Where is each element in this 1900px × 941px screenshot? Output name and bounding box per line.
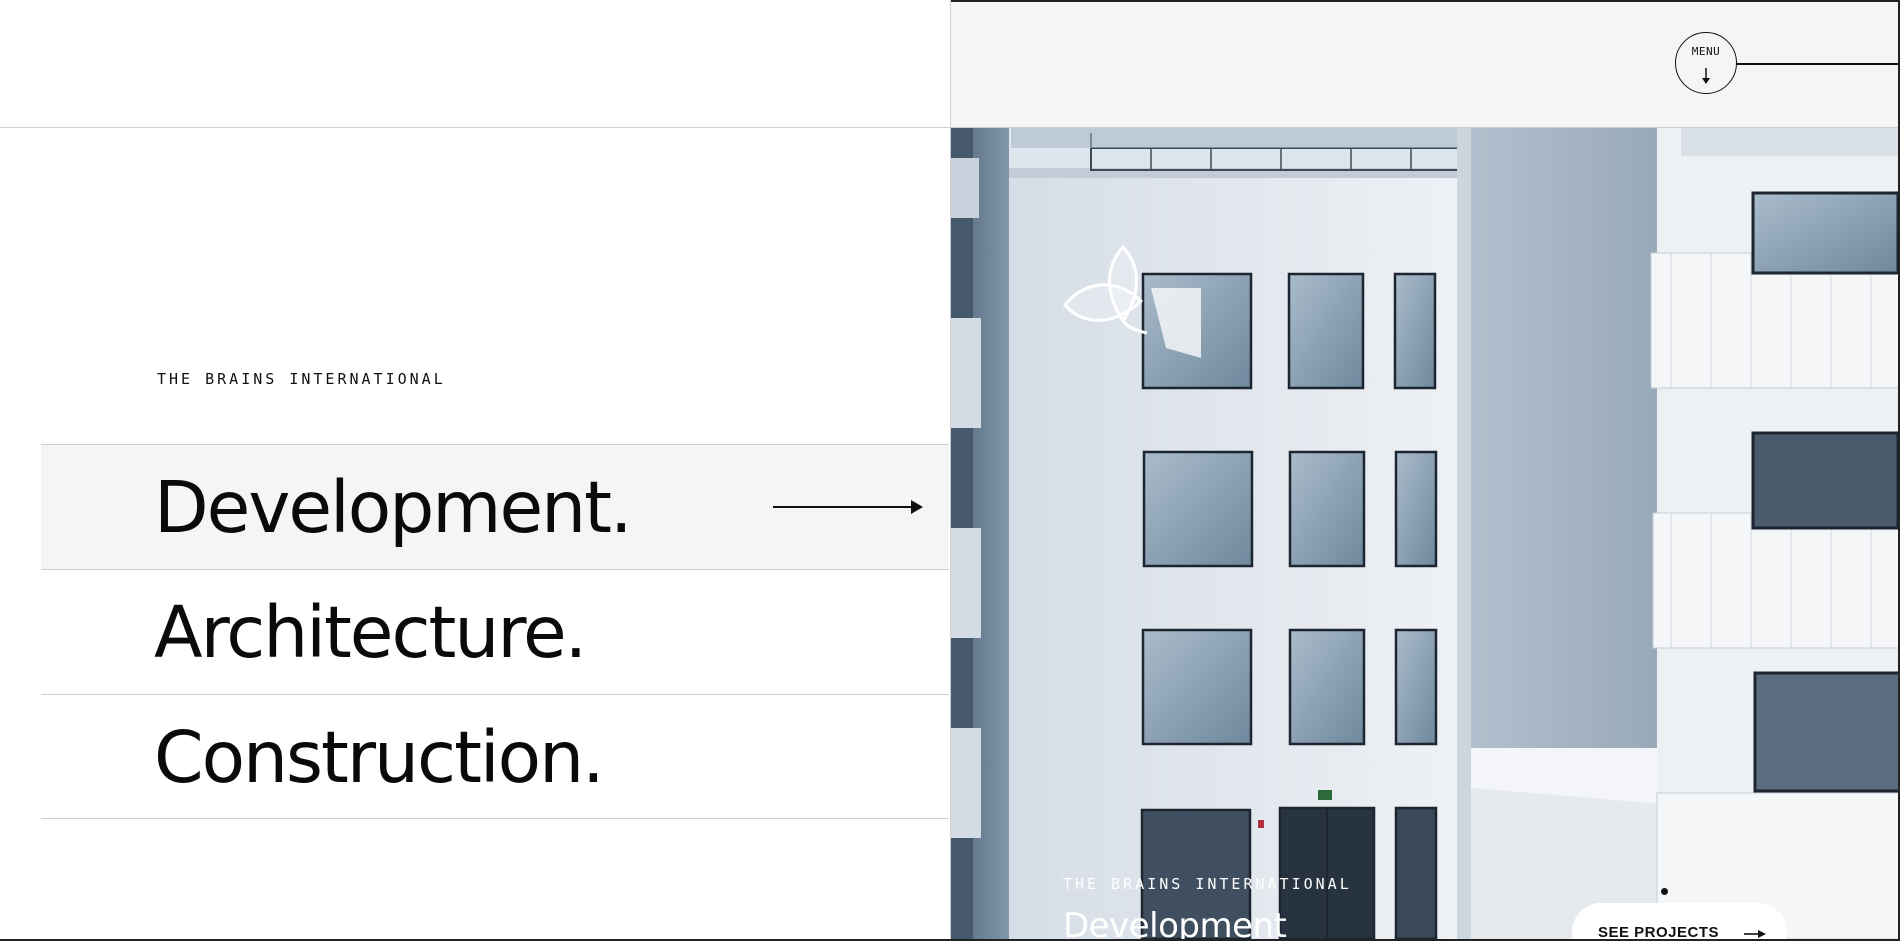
service-item-architecture[interactable]: Architecture. <box>41 569 949 694</box>
left-header <box>0 2 950 128</box>
hero-image: THE BRAINS INTERNATIONAL Development SEE… <box>951 128 1900 939</box>
left-panel: THE BRAINS INTERNATIONAL Development. Ar… <box>0 0 950 941</box>
service-item-development[interactable]: Development. <box>41 444 949 569</box>
service-item-construction[interactable]: Construction. <box>41 694 949 819</box>
see-projects-button[interactable]: SEE PROJECTS <box>1572 903 1787 939</box>
brand-eyebrow: THE BRAINS INTERNATIONAL <box>157 370 446 388</box>
arrow-right-icon <box>773 500 923 514</box>
arrow-right-icon <box>1744 930 1766 938</box>
petal-logo-icon <box>1063 244 1148 335</box>
menu-button[interactable]: MENU <box>1675 32 1737 94</box>
service-label: Architecture. <box>154 591 587 674</box>
service-label: Construction. <box>154 716 605 799</box>
hero-title: Development <box>1063 906 1287 939</box>
menu-line <box>1737 63 1900 65</box>
service-label: Development. <box>154 466 633 549</box>
arrow-down-icon <box>1702 68 1710 84</box>
see-projects-label: SEE PROJECTS <box>1598 924 1720 939</box>
hero-eyebrow: THE BRAINS INTERNATIONAL <box>1063 875 1352 893</box>
right-header: MENU <box>951 2 1900 128</box>
menu-label: MENU <box>1691 45 1721 58</box>
services-list: Development. Architecture. Construction. <box>41 444 949 819</box>
right-panel: MENU THE BRAINS INTERNATIONAL Developmen… <box>950 0 1900 941</box>
slider-dot[interactable] <box>1661 888 1668 895</box>
